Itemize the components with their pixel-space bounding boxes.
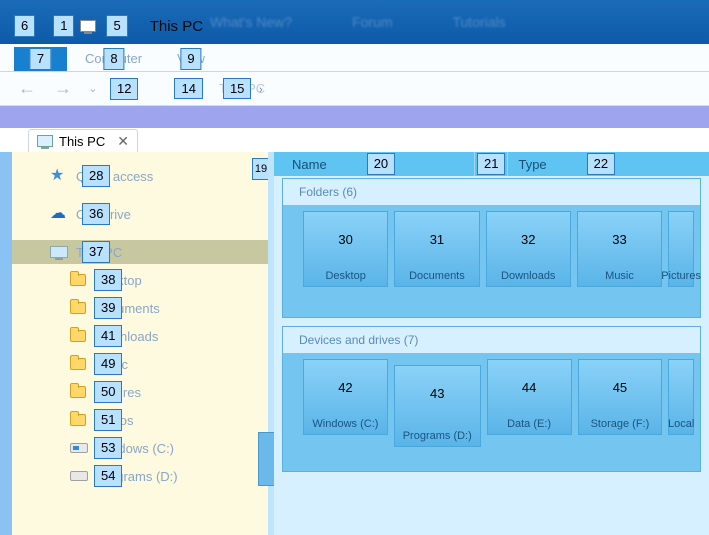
ribbon-tab-computer[interactable]: Computer 8 — [69, 47, 159, 71]
tree-documents[interactable]: Documents 39 — [12, 296, 268, 320]
tab-close-button[interactable]: ✕ — [117, 133, 129, 150]
tile-drive[interactable]: 45Storage (F:) — [578, 359, 663, 435]
nav-back[interactable]: ← — [14, 76, 40, 102]
folder-icon — [70, 274, 86, 286]
tile-folder[interactable]: Pictures — [668, 211, 694, 287]
tile-folder[interactable]: 33Music — [577, 211, 662, 287]
tab-label: This PC — [59, 134, 105, 149]
tile-folder[interactable]: 31Documents — [394, 211, 479, 287]
annotation-12: 12 — [110, 78, 138, 100]
star-icon: ★ — [50, 168, 68, 184]
annotation-49: 49 — [94, 353, 122, 375]
column-headers: Name 20 21 Type 22 — [274, 152, 709, 176]
annotation-6: 6 — [14, 15, 35, 37]
ribbon-tab-view[interactable]: View 9 — [161, 47, 221, 71]
annotation-20: 20 — [367, 153, 395, 175]
tree-downloads[interactable]: Downloads 41 — [12, 324, 268, 348]
tree-windows-c[interactable]: Windows (C:) 53 — [12, 436, 268, 460]
annotation-22: 22 — [587, 153, 615, 175]
drive-icon — [70, 443, 88, 453]
group-drives: Devices and drives (7) 42Windows (C:) 43… — [282, 326, 701, 472]
tile-drive[interactable]: 44Data (E:) — [487, 359, 572, 435]
annotation-5: 5 — [106, 15, 127, 37]
tree-programs-d[interactable]: Programs (D:) 54 — [12, 464, 268, 488]
annotation-50: 50 — [94, 381, 122, 403]
folder-icon — [70, 330, 86, 342]
breadcrumb-thispc[interactable]: This PC 15 › — [215, 78, 275, 100]
nav-history-dropdown[interactable]: ⌄ — [86, 82, 100, 95]
navigation-tree: 19 ★ Quick access 28 ☁ OneDrive 36 This … — [12, 152, 268, 535]
breadcrumb-root[interactable]: 14 — [166, 78, 210, 100]
folder-icon — [70, 358, 86, 370]
drive-icon — [70, 471, 88, 481]
tile-folder[interactable]: 30Desktop — [303, 211, 388, 287]
annotation-54: 54 — [94, 465, 122, 487]
pc-icon — [37, 135, 53, 147]
tree-videos[interactable]: Videos 51 — [12, 408, 268, 432]
content-pane: Name 20 21 Type 22 Folders (6) 30Desktop… — [274, 152, 709, 535]
folder-icon — [70, 386, 86, 398]
window-titlebar: What's New? Forum Tutorials 6 1 5 This P… — [0, 0, 709, 44]
annotation-39: 39 — [94, 297, 122, 319]
group-drives-label[interactable]: Devices and drives (7) — [283, 327, 700, 353]
tab-row: This PC ✕ — [0, 128, 709, 154]
cloud-icon: ☁ — [50, 206, 68, 222]
group-folders: Folders (6) 30Desktop 31Documents 32Down… — [282, 178, 701, 318]
accent-band — [0, 106, 709, 128]
tile-folder[interactable]: 32Downloads — [486, 211, 571, 287]
window-title: This PC — [150, 18, 203, 35]
annotation-38: 38 — [94, 269, 122, 291]
folder-icon — [70, 414, 86, 426]
annotation-21: 21 — [477, 153, 505, 175]
tile-drive[interactable]: Local — [668, 359, 694, 435]
ribbon-tab-file[interactable]: File 7 — [14, 47, 67, 71]
annotation-37: 37 — [82, 241, 110, 263]
annotation-51: 51 — [94, 409, 122, 431]
tile-drive[interactable]: 43Programs (D:) — [394, 365, 481, 447]
tree-music[interactable]: Music 49 — [12, 352, 268, 376]
annotation-53: 53 — [94, 437, 122, 459]
ribbon-tabs: File 7 Computer 8 View 9 — [0, 44, 709, 72]
pc-icon — [50, 246, 68, 258]
column-name[interactable]: Name 20 — [284, 152, 474, 176]
annotation-1: 1 — [53, 15, 74, 37]
sidebar-accent-strip — [0, 152, 12, 535]
titlebar-pc-icon — [80, 20, 96, 32]
tree-this-pc[interactable]: This PC 37 — [12, 240, 268, 264]
tree-quick-access[interactable]: ★ Quick access 28 — [12, 164, 268, 188]
annotation-36: 36 — [82, 203, 110, 225]
tab-thispc[interactable]: This PC ✕ — [28, 129, 138, 153]
tree-desktop[interactable]: Desktop 38 — [12, 268, 268, 292]
address-bar: ← → ⌄ 12 14 This PC 15 › — [0, 72, 709, 106]
column-type[interactable]: Type 22 — [508, 152, 709, 176]
nav-forward[interactable]: → — [50, 76, 76, 102]
folder-icon — [70, 302, 86, 314]
tree-pictures[interactable]: Pictures 50 — [12, 380, 268, 404]
annotation-41: 41 — [94, 325, 122, 347]
group-folders-label[interactable]: Folders (6) — [283, 179, 700, 205]
tile-drive[interactable]: 42Windows (C:) — [303, 359, 388, 435]
annotation-28: 28 — [82, 165, 110, 187]
tree-onedrive[interactable]: ☁ OneDrive 36 — [12, 202, 268, 226]
